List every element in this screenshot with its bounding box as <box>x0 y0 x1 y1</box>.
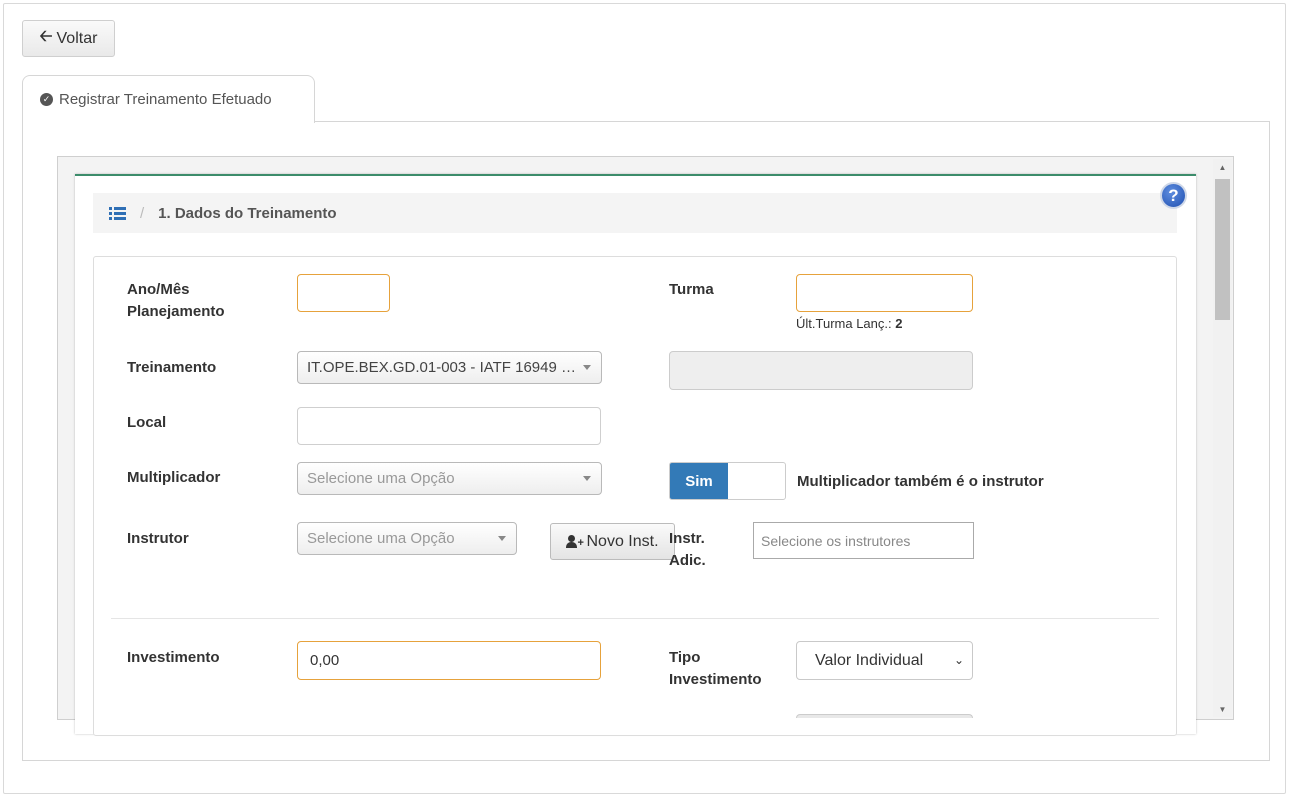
ano-mes-input[interactable] <box>297 274 390 312</box>
scroll-up-icon[interactable]: ▲ <box>1213 159 1232 175</box>
treinamento-label: Treinamento <box>127 359 217 376</box>
novo-instrutor-button[interactable]: + Novo Inst. <box>550 523 675 560</box>
caret-down-icon <box>583 475 591 481</box>
scroll-down-icon[interactable]: ▼ <box>1213 701 1232 717</box>
multiplicador-select[interactable]: Selecione uma Opção <box>297 462 602 495</box>
multiplicador-placeholder: Selecione uma Opção <box>307 470 455 487</box>
tab-label: Registrar Treinamento Efetuado <box>59 91 272 108</box>
back-button[interactable]: 🡠 Voltar <box>22 20 115 57</box>
local-label: Local <box>127 414 167 431</box>
ultima-turma-note: Últ.Turma Lanç.: 2 <box>796 316 903 331</box>
user-plus-icon: + <box>566 534 584 549</box>
investimento-input[interactable]: 0,00 <box>297 641 601 680</box>
treinamento-select[interactable]: IT.OPE.BEX.GD.01-003 - IATF 16949 … <box>297 351 602 384</box>
instrutor-placeholder: Selecione uma Opção <box>307 530 455 547</box>
check-circle-icon: ✓ <box>40 93 53 106</box>
local-input[interactable] <box>297 407 601 445</box>
tipo-investimento-value: Valor Individual <box>815 651 924 669</box>
multiplicador-instrutor-toggle[interactable]: Sim <box>669 462 786 500</box>
tab-registrar-treinamento[interactable]: ✓ Registrar Treinamento Efetuado <box>22 75 315 123</box>
novo-instrutor-label: Novo Inst. <box>586 532 659 550</box>
treinamento-select-value: IT.OPE.BEX.GD.01-003 - IATF 16949 … <box>307 359 576 376</box>
breadcrumb: / 1. Dados do Treinamento <box>93 193 1177 233</box>
caret-down-icon <box>583 364 591 370</box>
investimento-label: Investimento <box>127 649 220 666</box>
list-icon <box>109 206 126 220</box>
turma-label: Turma <box>669 281 714 298</box>
section-divider <box>111 618 1159 619</box>
chevron-down-icon: ⌄ <box>953 653 964 667</box>
treinamento-detail-field <box>669 351 973 390</box>
breadcrumb-separator: / <box>140 204 145 222</box>
toggle-on-label: Sim <box>670 463 728 499</box>
back-button-label: Voltar <box>56 29 98 47</box>
tipo-investimento-select[interactable]: Valor Individual ⌄ <box>796 641 973 680</box>
section-title: 1. Dados do Treinamento <box>158 204 337 222</box>
vertical-scrollbar[interactable]: ▲ ▼ <box>1213 159 1232 717</box>
instrutor-label: Instrutor <box>127 530 189 547</box>
arrow-left-icon: 🡠 <box>39 28 53 45</box>
next-field-partial <box>796 714 973 718</box>
instrutores-placeholder: Selecione os instrutores <box>761 532 911 549</box>
instrutor-select[interactable]: Selecione uma Opção <box>297 522 517 555</box>
instr-adic-label: Instr. Adic. <box>669 530 706 569</box>
question-circle-icon[interactable]: ? <box>1160 182 1187 209</box>
multiplicador-label: Multiplicador <box>127 469 221 486</box>
form-fieldset <box>93 256 1177 736</box>
ano-mes-label: Ano/Mês Planejamento <box>127 281 225 320</box>
toggle-description: Multiplicador também é o instrutor <box>797 473 1044 490</box>
turma-input[interactable] <box>796 274 973 312</box>
scrollbar-thumb[interactable] <box>1215 179 1230 320</box>
caret-down-icon <box>498 535 506 541</box>
instrutores-adicionais-input[interactable]: Selecione os instrutores <box>753 522 974 559</box>
tipo-investimento-label: Tipo Investimento <box>669 649 762 688</box>
